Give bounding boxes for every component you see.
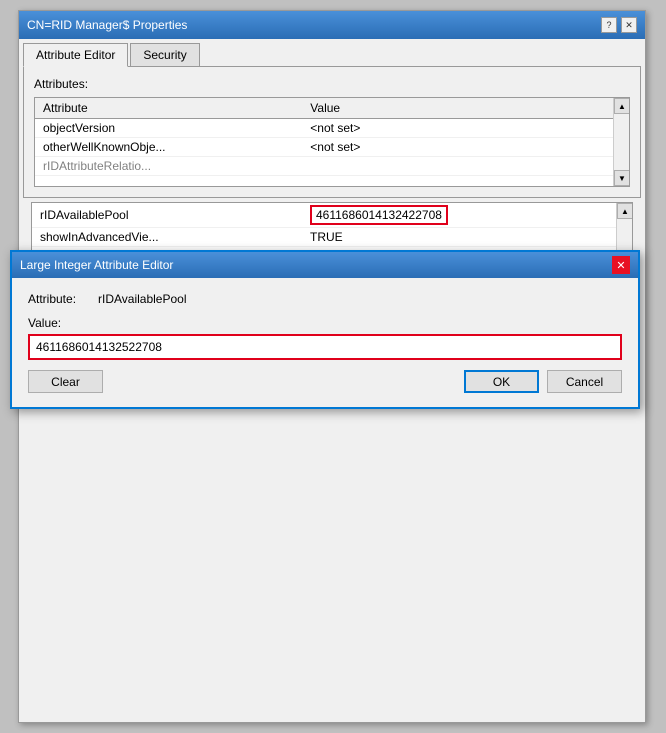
attribute-value: rIDAvailablePool bbox=[98, 292, 187, 306]
scroll-down[interactable]: ▼ bbox=[614, 170, 630, 186]
ok-cancel-group: OK Cancel bbox=[464, 370, 622, 393]
large-integer-dialog: Large Integer Attribute Editor ✕ Attribu… bbox=[10, 250, 640, 409]
attr-value bbox=[302, 157, 629, 176]
attr-name: rIDAttributeRelatio... bbox=[35, 157, 302, 176]
dialog-cancel-button[interactable]: Cancel bbox=[547, 370, 622, 393]
bg-window-title: CN=RID Manager$ Properties bbox=[27, 18, 187, 32]
dialog-buttons: Clear OK Cancel bbox=[28, 370, 622, 393]
rid-available-pool-value: 4611686014132422708 bbox=[310, 205, 448, 225]
table-row[interactable]: showInAdvancedVie... TRUE bbox=[32, 228, 632, 247]
attribute-label: Attribute: bbox=[28, 292, 98, 306]
clear-button[interactable]: Clear bbox=[28, 370, 103, 393]
help-button[interactable]: ? bbox=[601, 17, 617, 33]
titlebar-controls: ? ✕ bbox=[601, 17, 637, 33]
scroll-up-2[interactable]: ▲ bbox=[617, 203, 633, 219]
scroll-up[interactable]: ▲ bbox=[614, 98, 630, 114]
attr-name: objectVersion bbox=[35, 119, 302, 138]
attr-value: <not set> bbox=[302, 138, 629, 157]
attributes-label: Attributes: bbox=[34, 77, 630, 91]
attr-value: <not set> bbox=[302, 119, 629, 138]
table-row[interactable]: objectVersion <not set> bbox=[35, 119, 629, 138]
clear-btn-group: Clear bbox=[28, 370, 103, 393]
attr-value: 4611686014132422708 bbox=[302, 203, 632, 228]
bg-titlebar: CN=RID Manager$ Properties ? ✕ bbox=[19, 11, 645, 39]
value-label: Value: bbox=[28, 316, 622, 330]
table-row[interactable]: rIDAttributeRelatio... bbox=[35, 157, 629, 176]
table-row[interactable]: otherWellKnownObje... <not set> bbox=[35, 138, 629, 157]
value-input[interactable] bbox=[28, 334, 622, 360]
dialog-title: Large Integer Attribute Editor bbox=[20, 258, 173, 272]
attr-name: showInAdvancedVie... bbox=[32, 228, 302, 247]
dialog-ok-button[interactable]: OK bbox=[464, 370, 539, 393]
dialog-titlebar: Large Integer Attribute Editor ✕ bbox=[12, 252, 638, 278]
attr-name: rIDAvailablePool bbox=[32, 203, 302, 228]
col-attribute: Attribute bbox=[35, 98, 302, 119]
tab-security[interactable]: Security bbox=[130, 43, 199, 66]
close-button[interactable]: ✕ bbox=[621, 17, 637, 33]
table-row[interactable]: rIDAvailablePool 4611686014132422708 bbox=[32, 203, 632, 228]
attr-name: otherWellKnownObje... bbox=[35, 138, 302, 157]
dialog-body: Attribute: rIDAvailablePool Value: Clear… bbox=[12, 278, 638, 407]
value-section: Value: bbox=[28, 316, 622, 360]
dialog-close-button[interactable]: ✕ bbox=[612, 256, 630, 274]
col-value: Value bbox=[302, 98, 629, 119]
dialog-attribute-row: Attribute: rIDAvailablePool bbox=[28, 292, 622, 306]
attr-table: Attribute Value objectVersion <not set> … bbox=[35, 98, 629, 176]
attr-table-container: Attribute Value objectVersion <not set> … bbox=[34, 97, 630, 187]
tab-attribute-editor[interactable]: Attribute Editor bbox=[23, 43, 128, 67]
attr-value: TRUE bbox=[302, 228, 632, 247]
scrollbar: ▲ ▼ bbox=[613, 98, 629, 186]
tab-bar: Attribute Editor Security bbox=[19, 39, 645, 66]
tab-content: Attributes: Attribute Value objectVersio… bbox=[23, 66, 641, 198]
